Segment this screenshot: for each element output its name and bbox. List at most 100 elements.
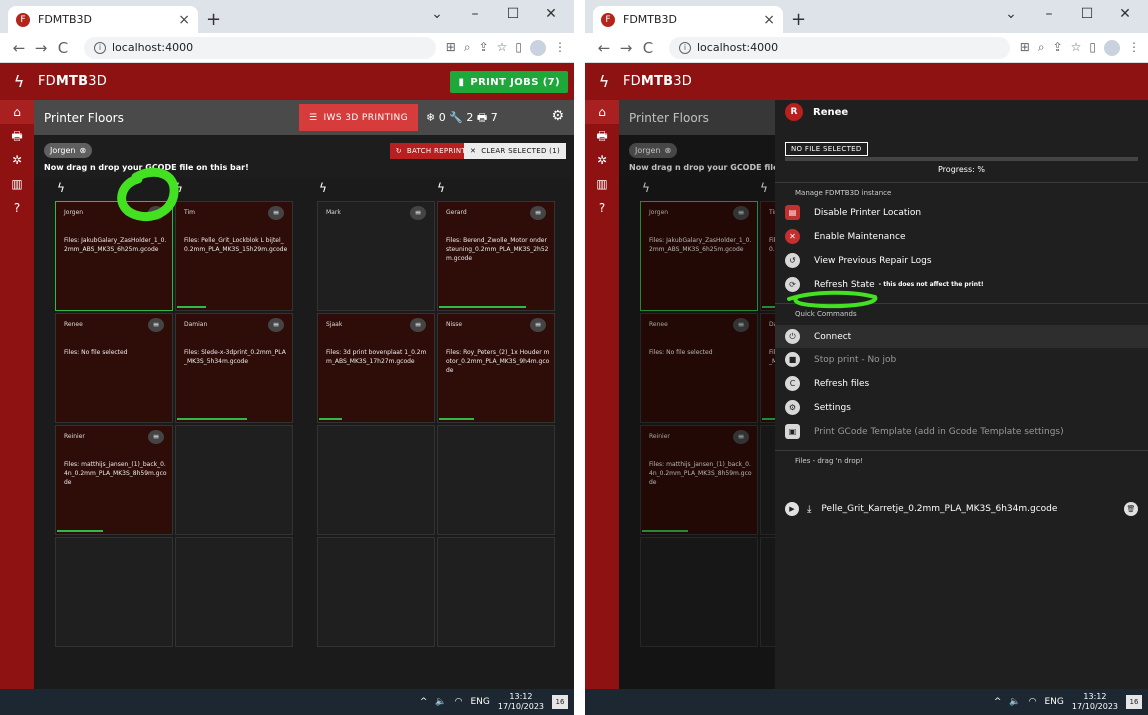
bookmark-star-icon[interactable]: ☆ [1071,40,1082,56]
print-jobs-button[interactable]: ▮ PRINT JOBS (7) [450,71,568,93]
notification-icon[interactable]: 16 [552,695,568,709]
browser-tab[interactable]: F FDMTB3D × [8,6,198,33]
printer-card[interactable]: Jorgen ≡ Files: JakubGalary_ZasHolder_1_0.… [55,201,173,311]
back-icon[interactable]: ← [593,39,615,57]
printer-menu-icon[interactable]: ≡ [268,206,284,220]
menu-dots-icon[interactable]: ⋮ [1128,40,1140,56]
language-indicator[interactable]: ENG [470,697,489,707]
wifi-icon[interactable]: ◠ [455,697,463,707]
close-window-icon[interactable]: ✕ [532,6,570,22]
wifi-icon[interactable]: ◠ [1029,697,1037,707]
enable-maintenance-item[interactable]: ✕ Enable Maintenance [775,225,1148,248]
play-icon[interactable]: ▶ [785,502,799,516]
tab-search-icon[interactable]: ⌄ [992,6,1030,22]
bolt-icon[interactable]: ϟ [437,181,445,195]
close-window-icon[interactable]: ✕ [1106,6,1144,22]
new-tab-icon[interactable]: + [206,9,221,30]
gear-icon[interactable]: ⚙ [551,108,564,124]
printer-card[interactable]: Damian ≡ Files: Slede-x-3dprint_0.2mm_PLA_… [175,313,293,423]
trash-icon[interactable]: 🗑 [1124,502,1138,516]
filter-chip[interactable]: Jorgen ⊗ [44,143,93,158]
sidebar-docs-icon[interactable]: ▥ [585,172,619,196]
printer-card[interactable]: Mark ≡ [317,201,435,311]
disable-location-item[interactable]: ▤ Disable Printer Location [775,201,1148,224]
minimize-icon[interactable]: – [456,6,494,22]
clock[interactable]: 13:12 17/10/2023 [498,692,544,712]
settings-item[interactable]: ⚙ Settings [775,396,1148,419]
drop-hint[interactable]: Now drag n drop your GCODE file on this … [44,163,249,172]
bolt-icon[interactable]: ϟ [57,181,65,195]
back-icon[interactable]: ← [8,39,30,57]
logo-icon[interactable]: ϟ [585,72,623,91]
tab-close-icon[interactable]: × [763,12,775,28]
profile-avatar[interactable] [530,39,546,56]
sidebar-home-icon[interactable]: ⌂ [585,100,619,124]
sidebar-docs-icon[interactable]: ▥ [0,172,34,196]
reload-icon[interactable]: C [52,39,74,57]
refresh-state-item[interactable]: ⟳ Refresh State - this does not affect t… [775,273,1148,296]
side-panel-icon[interactable]: ▯ [515,40,522,56]
printer-menu-icon[interactable]: ≡ [148,318,164,332]
logo-icon[interactable]: ϟ [0,72,38,91]
bolt-icon[interactable]: ϟ [175,181,183,195]
printer-card[interactable]: Reinier ≡ Files: matthijs_jansen_(1)_back_… [55,425,173,535]
printer-card[interactable]: Nisse ≡ Files: Roy_Peters_(2)_1x Houder mo… [437,313,555,423]
minimize-icon[interactable]: – [1030,6,1068,22]
view-repair-logs-item[interactable]: ↺ View Previous Repair Logs [775,249,1148,272]
translate-icon[interactable]: ⊞ [1020,40,1030,56]
tab-close-icon[interactable]: × [178,12,190,28]
clock[interactable]: 13:12 17/10/2023 [1072,692,1118,712]
site-info-icon[interactable]: i [94,41,106,54]
tray-chevron-icon[interactable]: ^ [420,697,428,707]
browser-tab[interactable]: F FDMTB3D × [593,6,783,33]
sidebar-help-icon[interactable]: ? [0,196,34,220]
sidebar-printer-icon[interactable]: 🖶 [585,124,619,148]
maximize-icon[interactable]: ☐ [1068,6,1106,22]
address-bar[interactable]: i localhost:4000 [669,36,1010,59]
forward-icon[interactable]: → [30,39,52,57]
sidebar-help-icon[interactable]: ? [585,196,619,220]
reload-icon[interactable]: C [637,39,659,57]
bolt-icon[interactable]: ϟ [319,181,327,195]
download-icon[interactable]: ⤓ [807,504,811,515]
forward-icon[interactable]: → [615,39,637,57]
share-icon[interactable]: ⇪ [479,40,489,56]
profile-avatar[interactable] [1104,39,1120,56]
printer-menu-icon[interactable]: ≡ [410,318,426,332]
address-bar[interactable]: i localhost:4000 [84,36,436,59]
menu-dots-icon[interactable]: ⋮ [554,40,566,56]
printer-menu-icon[interactable]: ≡ [530,318,546,332]
sidebar-settings-icon[interactable]: ✲ [585,148,619,172]
printer-card[interactable]: Tim ≡ Files: Pelle_Grit_Lockblok L bijtel_… [175,201,293,311]
floor-select-button[interactable]: ☰ IWS 3D PRINTING [299,104,419,131]
translate-icon[interactable]: ⊞ [446,40,456,56]
site-info-icon[interactable]: i [679,41,691,54]
notification-icon[interactable]: 16 [1126,695,1142,709]
new-tab-icon[interactable]: + [791,9,806,30]
file-row[interactable]: ▶ ⤓ Pelle_Grit_Karretje_0.2mm_PLA_MK3S_6… [785,499,1138,519]
printer-card[interactable]: Sjaak ≡ Files: 3d print bovenplaat 1_0.2mm… [317,313,435,423]
sidebar-printer-icon[interactable]: 🖶 [0,124,34,148]
printer-menu-icon[interactable]: ≡ [148,430,164,444]
print-gcode-template-item[interactable]: ▣ Print GCode Template (add in Gcode Tem… [775,420,1148,443]
printer-card[interactable]: Gerard ≡ Files: Berend_Zwolle_Motor onders… [437,201,555,311]
tab-search-icon[interactable]: ⌄ [418,6,456,22]
volume-icon[interactable]: 🔈 [435,697,446,707]
share-icon[interactable]: ⇪ [1053,40,1063,56]
sidebar-settings-icon[interactable]: ✲ [0,148,34,172]
maximize-icon[interactable]: ☐ [494,6,532,22]
sidebar-home-icon[interactable]: ⌂ [0,100,34,124]
zoom-icon[interactable]: ⌕ [1038,40,1045,56]
drawer-backdrop[interactable] [619,100,775,689]
printer-card[interactable]: Renee ≡ Files: No file selected [55,313,173,423]
refresh-files-item[interactable]: C Refresh files [775,372,1148,395]
bookmark-star-icon[interactable]: ☆ [497,40,508,56]
printer-menu-icon[interactable]: ≡ [530,206,546,220]
side-panel-icon[interactable]: ▯ [1089,40,1096,56]
volume-icon[interactable]: 🔈 [1009,697,1020,707]
chip-close-icon[interactable]: ⊗ [79,146,86,155]
language-indicator[interactable]: ENG [1044,697,1063,707]
zoom-icon[interactable]: ⌕ [464,40,471,56]
clear-selected-button[interactable]: ✕ CLEAR SELECTED (1) [464,143,566,159]
printer-menu-icon[interactable]: ≡ [410,206,426,220]
